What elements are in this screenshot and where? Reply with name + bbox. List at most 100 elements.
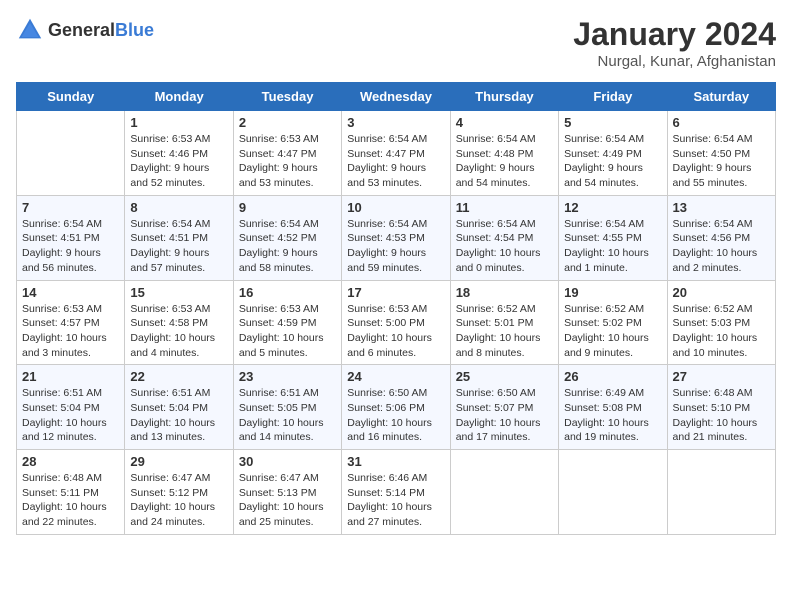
calendar-cell: 15 Sunrise: 6:53 AMSunset: 4:58 PMDayligh… (125, 280, 233, 365)
day-number: 12 (564, 200, 661, 215)
calendar-cell (559, 450, 667, 535)
day-header-tuesday: Tuesday (233, 83, 341, 111)
calendar-location: Nurgal, Kunar, Afghanistan (573, 53, 776, 70)
day-number: 24 (347, 369, 444, 384)
day-number: 30 (239, 454, 336, 469)
day-info: Sunrise: 6:52 AMSunset: 5:03 PMDaylight:… (673, 302, 770, 361)
calendar-cell: 29 Sunrise: 6:47 AMSunset: 5:12 PMDayligh… (125, 450, 233, 535)
day-info: Sunrise: 6:54 AMSunset: 4:50 PMDaylight:… (673, 132, 770, 191)
day-number: 27 (673, 369, 770, 384)
day-info: Sunrise: 6:54 AMSunset: 4:54 PMDaylight:… (456, 217, 553, 276)
calendar-cell: 6 Sunrise: 6:54 AMSunset: 4:50 PMDaylight… (667, 111, 775, 196)
day-number: 13 (673, 200, 770, 215)
calendar-cell: 7 Sunrise: 6:54 AMSunset: 4:51 PMDaylight… (17, 195, 125, 280)
calendar-cell: 21 Sunrise: 6:51 AMSunset: 5:04 PMDayligh… (17, 365, 125, 450)
calendar-week-1: 1 Sunrise: 6:53 AMSunset: 4:46 PMDaylight… (17, 111, 776, 196)
day-header-wednesday: Wednesday (342, 83, 450, 111)
day-info: Sunrise: 6:47 AMSunset: 5:13 PMDaylight:… (239, 471, 336, 530)
day-number: 26 (564, 369, 661, 384)
day-number: 16 (239, 285, 336, 300)
day-info: Sunrise: 6:50 AMSunset: 5:06 PMDaylight:… (347, 386, 444, 445)
day-number: 17 (347, 285, 444, 300)
day-info: Sunrise: 6:53 AMSunset: 4:46 PMDaylight:… (130, 132, 227, 191)
day-info: Sunrise: 6:51 AMSunset: 5:04 PMDaylight:… (130, 386, 227, 445)
day-number: 8 (130, 200, 227, 215)
page-header: GeneralBlue January 2024 Nurgal, Kunar, … (16, 16, 776, 70)
calendar-cell: 10 Sunrise: 6:54 AMSunset: 4:53 PMDayligh… (342, 195, 450, 280)
calendar-week-2: 7 Sunrise: 6:54 AMSunset: 4:51 PMDaylight… (17, 195, 776, 280)
day-info: Sunrise: 6:52 AMSunset: 5:01 PMDaylight:… (456, 302, 553, 361)
day-number: 18 (456, 285, 553, 300)
day-number: 23 (239, 369, 336, 384)
day-header-saturday: Saturday (667, 83, 775, 111)
calendar-cell: 5 Sunrise: 6:54 AMSunset: 4:49 PMDaylight… (559, 111, 667, 196)
calendar-cell: 26Sunrise: 6:49 AMSunset: 5:08 PMDayligh… (559, 365, 667, 450)
calendar-week-3: 14 Sunrise: 6:53 AMSunset: 4:57 PMDayligh… (17, 280, 776, 365)
calendar-cell: 19Sunrise: 6:52 AMSunset: 5:02 PMDayligh… (559, 280, 667, 365)
calendar-week-4: 21 Sunrise: 6:51 AMSunset: 5:04 PMDayligh… (17, 365, 776, 450)
day-info: Sunrise: 6:47 AMSunset: 5:12 PMDaylight:… (130, 471, 227, 530)
calendar-cell: 8 Sunrise: 6:54 AMSunset: 4:51 PMDaylight… (125, 195, 233, 280)
calendar-cell: 3 Sunrise: 6:54 AMSunset: 4:47 PMDaylight… (342, 111, 450, 196)
day-info: Sunrise: 6:54 AMSunset: 4:49 PMDaylight:… (564, 132, 661, 191)
day-number: 15 (130, 285, 227, 300)
calendar-cell (667, 450, 775, 535)
day-info: Sunrise: 6:51 AMSunset: 5:05 PMDaylight:… (239, 386, 336, 445)
day-number: 7 (22, 200, 119, 215)
calendar-cell (17, 111, 125, 196)
calendar-cell: 13Sunrise: 6:54 AMSunset: 4:56 PMDayligh… (667, 195, 775, 280)
calendar-table: SundayMondayTuesdayWednesdayThursdayFrid… (16, 82, 776, 535)
day-number: 25 (456, 369, 553, 384)
calendar-cell: 30 Sunrise: 6:47 AMSunset: 5:13 PMDayligh… (233, 450, 341, 535)
day-info: Sunrise: 6:53 AMSunset: 4:59 PMDaylight:… (239, 302, 336, 361)
calendar-cell: 16 Sunrise: 6:53 AMSunset: 4:59 PMDayligh… (233, 280, 341, 365)
day-info: Sunrise: 6:53 AMSunset: 4:47 PMDaylight:… (239, 132, 336, 191)
day-info: Sunrise: 6:54 AMSunset: 4:51 PMDaylight:… (22, 217, 119, 276)
calendar-cell: 14 Sunrise: 6:53 AMSunset: 4:57 PMDayligh… (17, 280, 125, 365)
logo: GeneralBlue (16, 16, 154, 44)
calendar-cell: 22 Sunrise: 6:51 AMSunset: 5:04 PMDayligh… (125, 365, 233, 450)
day-number: 1 (130, 115, 227, 130)
day-info: Sunrise: 6:46 AMSunset: 5:14 PMDaylight:… (347, 471, 444, 530)
day-info: Sunrise: 6:54 AMSunset: 4:53 PMDaylight:… (347, 217, 444, 276)
day-number: 11 (456, 200, 553, 215)
calendar-cell (450, 450, 558, 535)
calendar-cell: 23 Sunrise: 6:51 AMSunset: 5:05 PMDayligh… (233, 365, 341, 450)
day-number: 6 (673, 115, 770, 130)
day-number: 3 (347, 115, 444, 130)
day-number: 20 (673, 285, 770, 300)
day-number: 31 (347, 454, 444, 469)
calendar-cell: 28Sunrise: 6:48 AMSunset: 5:11 PMDayligh… (17, 450, 125, 535)
day-info: Sunrise: 6:53 AMSunset: 5:00 PMDaylight:… (347, 302, 444, 361)
day-info: Sunrise: 6:54 AMSunset: 4:47 PMDaylight:… (347, 132, 444, 191)
calendar-cell: 12 Sunrise: 6:54 AMSunset: 4:55 PMDayligh… (559, 195, 667, 280)
day-info: Sunrise: 6:53 AMSunset: 4:57 PMDaylight:… (22, 302, 119, 361)
day-number: 29 (130, 454, 227, 469)
calendar-cell: 17 Sunrise: 6:53 AMSunset: 5:00 PMDayligh… (342, 280, 450, 365)
day-number: 9 (239, 200, 336, 215)
calendar-cell: 11 Sunrise: 6:54 AMSunset: 4:54 PMDayligh… (450, 195, 558, 280)
calendar-cell: 18 Sunrise: 6:52 AMSunset: 5:01 PMDayligh… (450, 280, 558, 365)
calendar-cell: 4 Sunrise: 6:54 AMSunset: 4:48 PMDaylight… (450, 111, 558, 196)
logo-icon (16, 16, 44, 44)
logo-blue: Blue (115, 20, 154, 40)
day-info: Sunrise: 6:54 AMSunset: 4:52 PMDaylight:… (239, 217, 336, 276)
title-block: January 2024 Nurgal, Kunar, Afghanistan (573, 16, 776, 70)
day-number: 10 (347, 200, 444, 215)
day-number: 14 (22, 285, 119, 300)
day-number: 21 (22, 369, 119, 384)
calendar-cell: 9 Sunrise: 6:54 AMSunset: 4:52 PMDaylight… (233, 195, 341, 280)
day-info: Sunrise: 6:48 AMSunset: 5:11 PMDaylight:… (22, 471, 119, 530)
day-info: Sunrise: 6:54 AMSunset: 4:48 PMDaylight:… (456, 132, 553, 191)
calendar-title: January 2024 (573, 16, 776, 53)
day-number: 22 (130, 369, 227, 384)
day-number: 19 (564, 285, 661, 300)
day-info: Sunrise: 6:51 AMSunset: 5:04 PMDaylight:… (22, 386, 119, 445)
day-info: Sunrise: 6:54 AMSunset: 4:51 PMDaylight:… (130, 217, 227, 276)
day-info: Sunrise: 6:54 AMSunset: 4:55 PMDaylight:… (564, 217, 661, 276)
calendar-cell: 20 Sunrise: 6:52 AMSunset: 5:03 PMDayligh… (667, 280, 775, 365)
day-number: 4 (456, 115, 553, 130)
calendar-cell: 31 Sunrise: 6:46 AMSunset: 5:14 PMDayligh… (342, 450, 450, 535)
day-info: Sunrise: 6:53 AMSunset: 4:58 PMDaylight:… (130, 302, 227, 361)
day-number: 5 (564, 115, 661, 130)
